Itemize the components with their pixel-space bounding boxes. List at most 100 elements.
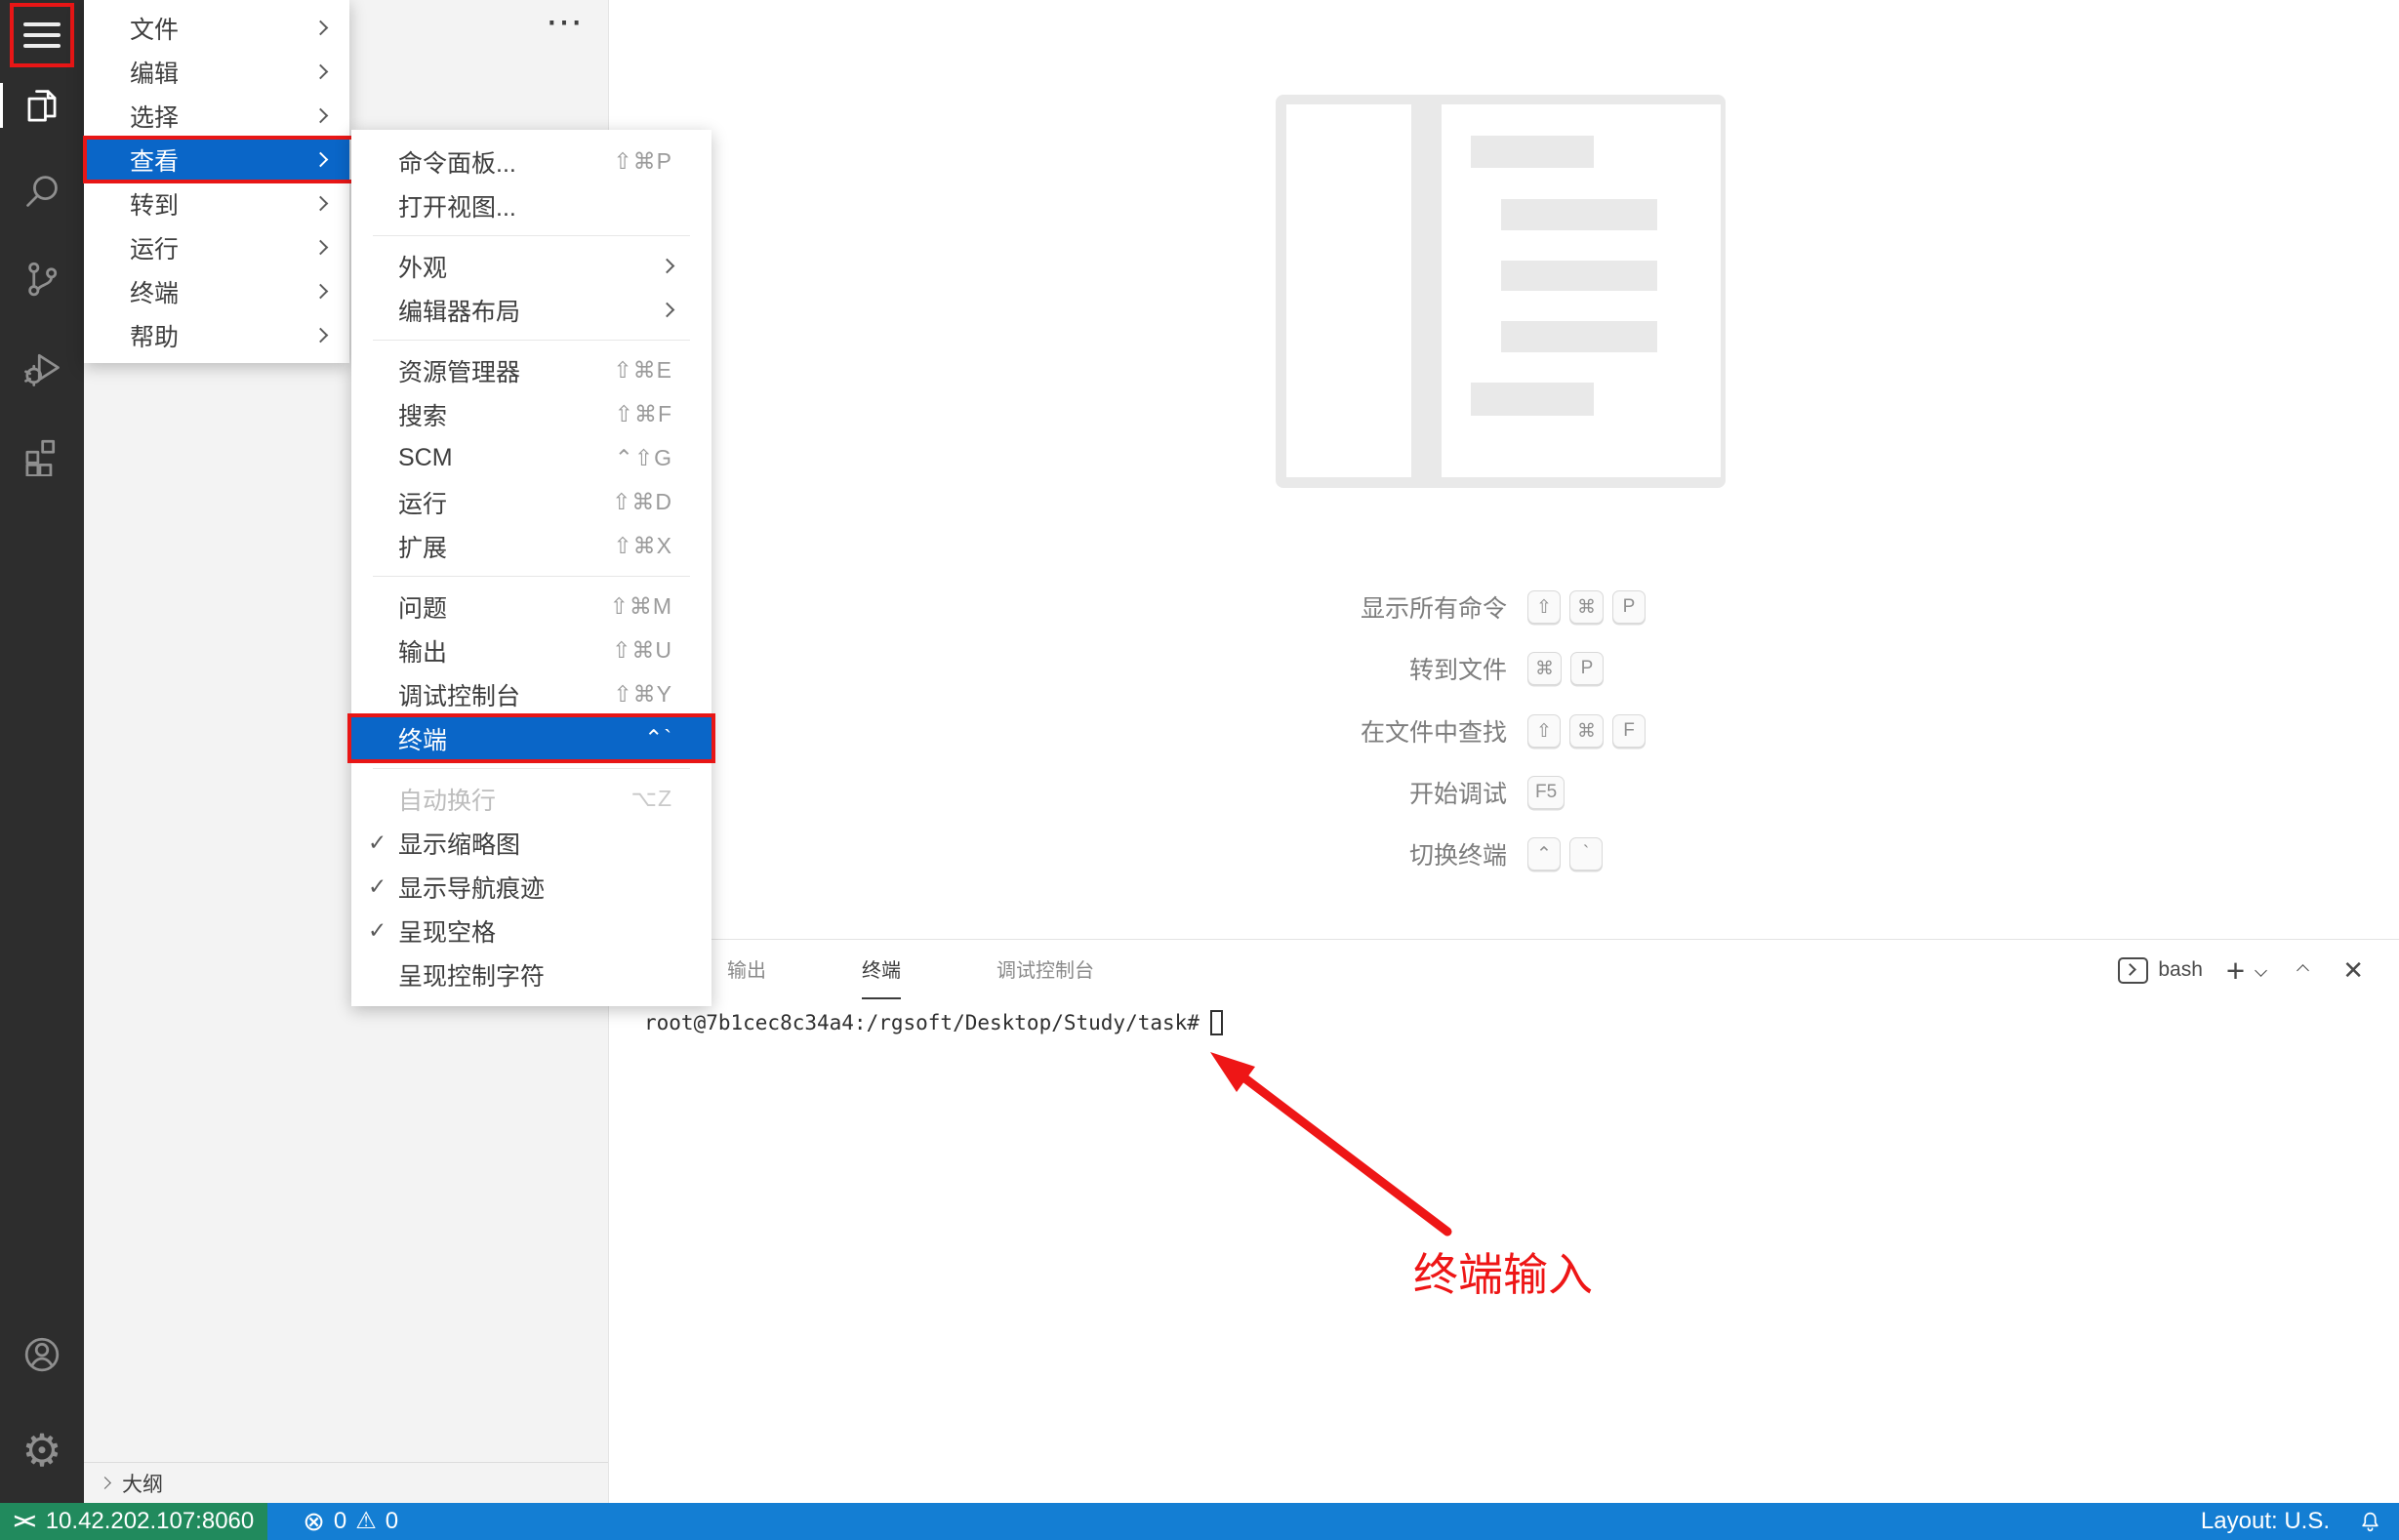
- submenu-chevron-icon: [313, 284, 329, 300]
- extensions-icon: [20, 433, 63, 476]
- menu-item-word-wrap: 自动换行 ⌥Z: [351, 777, 712, 821]
- tab-output[interactable]: 输出: [727, 940, 766, 999]
- warning-icon: ⚠: [355, 1510, 377, 1533]
- gear-icon: ⚙: [21, 1428, 61, 1473]
- menu-item-show-breadcrumbs[interactable]: ✓ 显示导航痕迹: [351, 865, 712, 909]
- settings-button[interactable]: ⚙: [0, 1421, 84, 1479]
- activity-bar: ⚙: [0, 0, 84, 1503]
- menu-item-show-minimap[interactable]: ✓ 显示缩略图: [351, 821, 712, 865]
- vscode-window: ⚙ ⋯ 大纲 显示所有命令 ⇧ ⌘ P: [0, 0, 2399, 1540]
- problems-indicator[interactable]: ⊗ 0 ⚠ 0: [303, 1508, 398, 1535]
- remote-icon: ><: [14, 1509, 36, 1534]
- submenu-chevron-icon: [313, 328, 329, 344]
- sidebar-item-run-debug[interactable]: [0, 340, 84, 398]
- close-panel-icon[interactable]: ✕: [2342, 957, 2364, 983]
- menu-item-editor-layout[interactable]: 编辑器布局: [351, 288, 712, 332]
- status-bar: >< 10.42.202.107:8060 ⊗ 0 ⚠ 0 Layout: U.…: [0, 1503, 2399, 1540]
- debug-icon: [20, 347, 63, 390]
- menu-item-terminal[interactable]: 终端: [84, 269, 349, 313]
- new-terminal-button[interactable]: +: [2226, 954, 2245, 987]
- watermark-shortcut-row: 切换终端 ⌃ `: [609, 832, 2399, 875]
- key-backtick: `: [1569, 837, 1603, 871]
- menu-item-goto[interactable]: 转到: [84, 182, 349, 225]
- tab-debug-console[interactable]: 调试控制台: [996, 940, 1094, 999]
- error-icon: ⊗: [303, 1509, 325, 1535]
- annotation-label: 终端输入: [1413, 1239, 1593, 1304]
- key-cmd: ⌘: [1569, 590, 1604, 624]
- key-shift: ⇧: [1527, 590, 1561, 624]
- menu-separator: [373, 768, 690, 769]
- submenu-chevron-icon: [313, 20, 329, 36]
- remote-host: 10.42.202.107:8060: [46, 1508, 255, 1535]
- menu-item-command-palette[interactable]: 命令面板... ⇧⌘P: [351, 140, 712, 183]
- menu-item-problems[interactable]: 问题 ⇧⌘M: [351, 585, 712, 628]
- menu-item-search[interactable]: 搜索 ⇧⌘F: [351, 392, 712, 436]
- menu-item-run[interactable]: 运行: [84, 225, 349, 269]
- notifications-button[interactable]: [2357, 1509, 2383, 1535]
- menu-item-view[interactable]: 查看: [84, 138, 349, 182]
- menu-item-file[interactable]: 文件: [84, 6, 349, 50]
- menu-item-appearance[interactable]: 外观: [351, 244, 712, 288]
- watermark-shortcut-row: 显示所有命令 ⇧ ⌘ P: [609, 586, 2399, 628]
- watermark-graphic: [1276, 95, 1726, 488]
- sidebar-item-explorer[interactable]: [0, 76, 84, 135]
- main-menu: 文件 编辑 选择 查看 转到 运行 终端 帮助: [84, 0, 349, 363]
- outline-section-header[interactable]: 大纲: [84, 1462, 608, 1503]
- account-button[interactable]: [0, 1325, 84, 1384]
- warning-count: 0: [386, 1508, 398, 1535]
- sidebar-item-extensions[interactable]: [0, 426, 84, 484]
- check-icon: ✓: [368, 830, 386, 856]
- menu-item-selection[interactable]: 选择: [84, 94, 349, 138]
- menu-item-render-whitespace[interactable]: ✓ 呈现空格: [351, 909, 712, 952]
- sidebar-item-search[interactable]: [0, 162, 84, 221]
- terminal-cursor: [1210, 1010, 1223, 1035]
- status-bar-right: Layout: U.S.: [2201, 1508, 2399, 1535]
- check-icon: ✓: [368, 873, 386, 900]
- key-p: P: [1612, 590, 1646, 624]
- shell-selector[interactable]: bash: [2158, 958, 2203, 982]
- menu-item-help[interactable]: 帮助: [84, 313, 349, 357]
- outline-label: 大纲: [122, 1469, 163, 1498]
- submenu-chevron-icon: [313, 196, 329, 212]
- panel-tabs: 输出 终端 调试控制台: [727, 940, 1094, 999]
- menu-item-output[interactable]: 输出 ⇧⌘U: [351, 628, 712, 672]
- git-branch-icon: [20, 258, 63, 301]
- key-ctrl: ⌃: [1527, 837, 1561, 871]
- tab-terminal[interactable]: 终端: [862, 940, 901, 999]
- hamburger-menu-button[interactable]: [10, 3, 74, 67]
- menu-separator: [373, 576, 690, 577]
- submenu-chevron-icon: [313, 240, 329, 256]
- remote-indicator[interactable]: >< 10.42.202.107:8060: [0, 1503, 267, 1540]
- chevron-right-icon: [99, 1477, 111, 1489]
- menu-item-run-view[interactable]: 运行 ⇧⌘D: [351, 480, 712, 524]
- terminal-content[interactable]: root@7b1cec8c34a4:/rgsoft/Desktop/Study/…: [644, 1010, 1223, 1035]
- keyboard-layout-indicator[interactable]: Layout: U.S.: [2201, 1508, 2330, 1535]
- maximize-panel-icon[interactable]: [2297, 964, 2309, 977]
- menu-item-explorer[interactable]: 资源管理器 ⇧⌘E: [351, 348, 712, 392]
- key-cmd: ⌘: [1527, 652, 1562, 685]
- sidebar-item-source-control[interactable]: [0, 250, 84, 308]
- terminal-icon[interactable]: [2118, 957, 2148, 984]
- menu-item-render-control-characters[interactable]: 呈现控制字符: [351, 952, 712, 996]
- menu-item-edit[interactable]: 编辑: [84, 50, 349, 94]
- menu-separator: [373, 340, 690, 341]
- terminal-dropdown-icon[interactable]: [2255, 964, 2267, 977]
- menu-item-open-view[interactable]: 打开视图...: [351, 183, 712, 227]
- submenu-chevron-icon: [660, 303, 675, 318]
- watermark-shortcut-row: 在文件中查找 ⇧ ⌘ F: [609, 709, 2399, 752]
- menu-item-scm[interactable]: SCM ⌃⇧G: [351, 436, 712, 480]
- more-actions-icon[interactable]: ⋯: [546, 0, 585, 44]
- key-shift: ⇧: [1527, 714, 1561, 748]
- check-icon: ✓: [368, 917, 386, 944]
- terminal-prompt: root@7b1cec8c34a4:/rgsoft/Desktop/Study/…: [644, 1011, 1200, 1034]
- key-f5: F5: [1527, 776, 1565, 809]
- panel-actions: bash + ✕: [2118, 950, 2364, 991]
- menu-item-debug-console[interactable]: 调试控制台 ⇧⌘Y: [351, 672, 712, 716]
- menu-item-terminal-view[interactable]: 终端 ⌃`: [351, 716, 712, 760]
- menu-separator: [373, 235, 690, 236]
- key-cmd: ⌘: [1569, 714, 1604, 748]
- menu-item-extensions[interactable]: 扩展 ⇧⌘X: [351, 524, 712, 568]
- watermark-shortcut-row: 开始调试 F5: [609, 771, 2399, 814]
- submenu-chevron-icon: [660, 259, 675, 274]
- bottom-panel: 输出 终端 调试控制台 bash + ✕ root@7b1cec8c34a4:/…: [609, 939, 2399, 1503]
